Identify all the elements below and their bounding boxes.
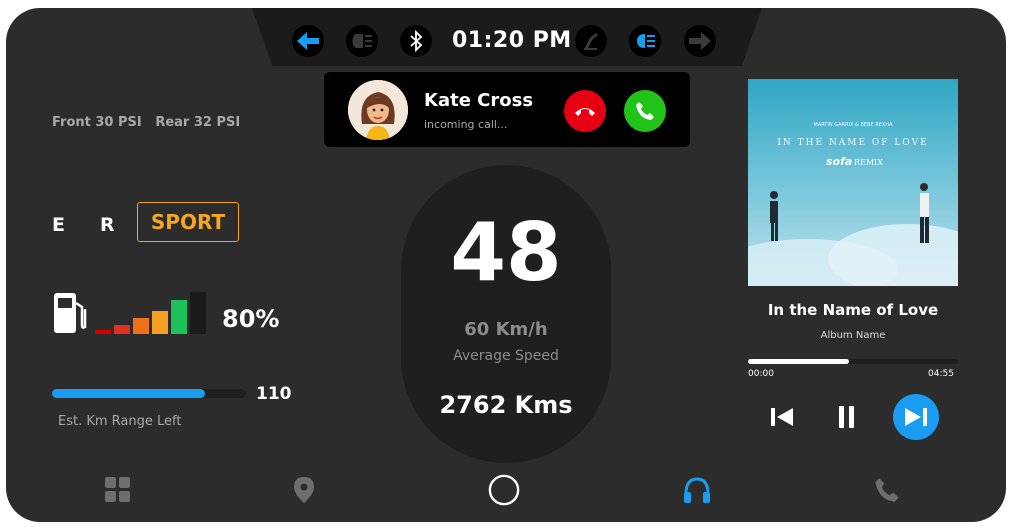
range-label: Est. Km Range Left [58, 414, 182, 429]
front-tire-pressure: Front 30 PSI [52, 115, 142, 130]
speedometer: 48 60 Km/h Average Speed 2762 Kms [401, 165, 611, 463]
rear-tire-pressure: Rear 32 PSI [155, 115, 241, 130]
gear-eco[interactable]: E [52, 214, 65, 236]
album-art: MARTIN GARRIX & BEBE REXHA IN THE NAME O… [748, 79, 958, 286]
previous-track-button[interactable] [759, 394, 805, 440]
song-title: In the Name of Love [767, 301, 939, 319]
current-speed: 48 [450, 206, 562, 299]
playback-progress-bar[interactable] [748, 359, 958, 364]
phone-nav-icon[interactable] [871, 474, 903, 506]
range-bar [52, 389, 246, 398]
caller-avatar [348, 80, 408, 140]
decline-call-button[interactable] [564, 90, 606, 132]
average-speed-label: Average Speed [453, 348, 559, 364]
gear-reverse[interactable]: R [100, 214, 115, 236]
home-nav-icon[interactable] [488, 474, 520, 506]
album-art-remix: REMIX [854, 158, 883, 167]
pause-icon [839, 406, 854, 428]
fuel-percentage: 80% [222, 305, 280, 333]
tire-pressure: Front 30 PSI Rear 32 PSI [52, 115, 240, 130]
fuel-bar [133, 318, 149, 334]
accept-call-button[interactable] [624, 90, 666, 132]
hang-up-icon [575, 108, 595, 116]
arrow-right-icon[interactable] [684, 25, 716, 57]
average-speed-value: 60 Km/h [464, 319, 548, 340]
album-art-artists: MARTIN GARRIX & BEBE REXHA [814, 122, 894, 128]
odometer: 2762 Kms [439, 391, 573, 419]
location-pin-nav-icon[interactable] [288, 474, 320, 506]
dashboard-screen: 01:20 PM Kate Cross incoming call... Fro… [6, 8, 1006, 522]
album-name: Album Name [820, 330, 886, 341]
skip-previous-icon [771, 408, 793, 426]
headlight-icon[interactable] [629, 25, 661, 57]
caller-name: Kate Cross [424, 90, 534, 111]
apps-nav-icon[interactable] [102, 474, 134, 506]
phone-icon [636, 102, 654, 120]
incoming-call-card: Kate Cross incoming call... [324, 72, 690, 147]
range-bar-fill [52, 389, 206, 398]
fuel-level-bars [95, 292, 207, 334]
pause-button[interactable] [824, 394, 870, 440]
fuel-bar [190, 292, 206, 334]
fuel-bar [171, 300, 187, 334]
album-art-title: IN THE NAME OF LOVE [777, 138, 928, 148]
arrow-left-icon[interactable] [292, 25, 324, 57]
track-duration: 04:55 [928, 369, 954, 379]
skip-next-icon [905, 408, 927, 426]
clock-time: 01:20 PM [452, 28, 572, 53]
seatbelt-icon[interactable] [575, 25, 607, 57]
fog-light-icon[interactable] [346, 25, 378, 57]
range-value: 110 [256, 384, 292, 404]
drive-mode-sport-button[interactable]: SPORT [137, 202, 239, 242]
album-art-brand: sofa [826, 155, 852, 168]
fuel-bar [152, 311, 168, 334]
elapsed-time: 00:00 [748, 369, 774, 379]
next-track-button[interactable] [893, 394, 939, 440]
playback-progress-fill [748, 359, 849, 364]
bluetooth-icon[interactable] [400, 25, 432, 57]
fuel-bar [114, 325, 130, 334]
call-status: incoming call... [424, 118, 508, 131]
fuel-pump-icon [52, 291, 88, 339]
music-nav-icon[interactable] [681, 474, 713, 506]
fuel-bar [95, 330, 111, 334]
